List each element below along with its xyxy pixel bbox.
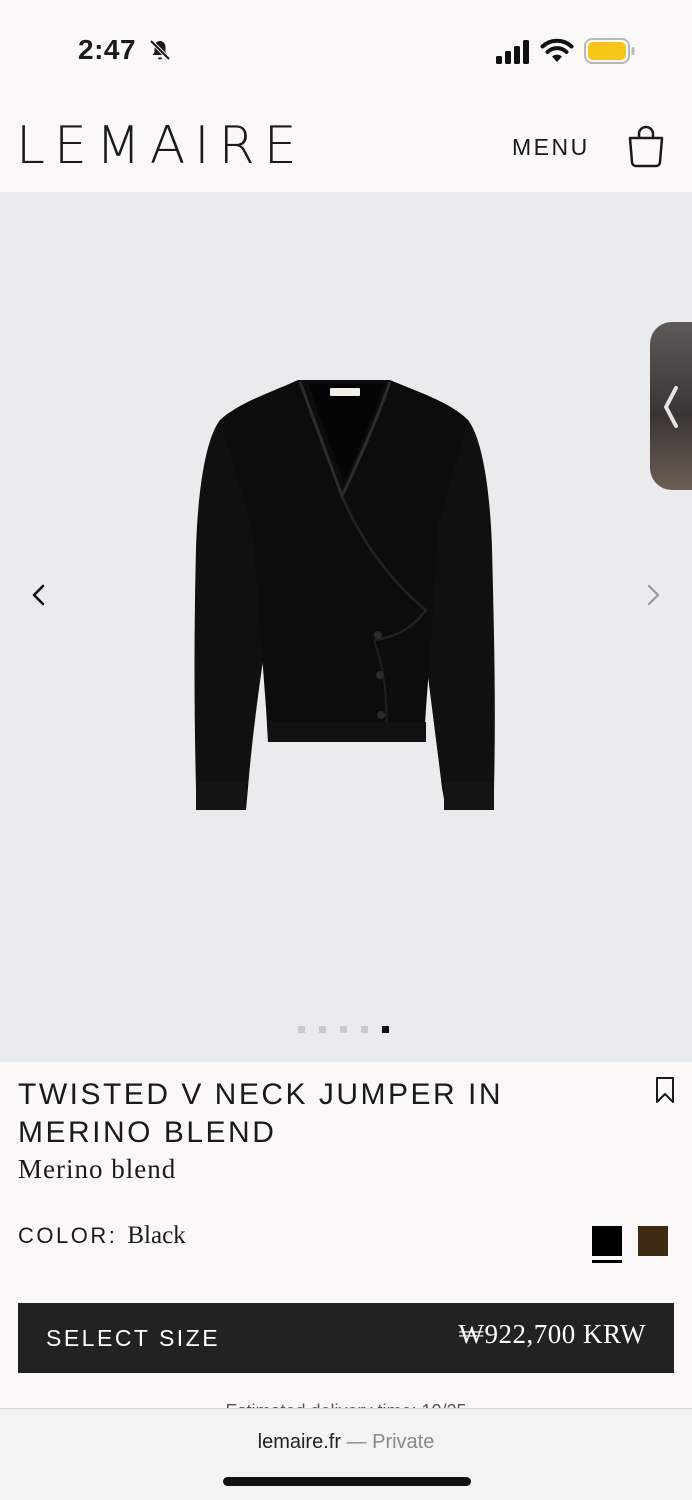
slide-indicator bbox=[298, 1026, 389, 1033]
status-bar: 2:47 bbox=[0, 0, 692, 100]
url-domain: lemaire.fr bbox=[257, 1431, 341, 1453]
side-panel-handle[interactable] bbox=[650, 322, 692, 490]
slide-dot[interactable] bbox=[340, 1026, 347, 1033]
select-size-label: SELECT SIZE bbox=[46, 1325, 221, 1351]
select-size-button[interactable]: SELECT SIZE ₩922,700 KRW bbox=[18, 1303, 674, 1373]
browser-address-bar[interactable]: lemaire.fr — Private bbox=[0, 1408, 692, 1500]
battery-icon bbox=[584, 38, 635, 64]
site-header: LEMAIRE MENU bbox=[0, 100, 692, 192]
color-label: COLOR: bbox=[18, 1223, 118, 1248]
swatch-selected-indicator bbox=[592, 1260, 622, 1263]
status-time: 2:47 bbox=[78, 34, 137, 65]
bell-slash-icon bbox=[149, 39, 171, 61]
product-subtitle: Merino blend bbox=[18, 1154, 177, 1184]
menu-button[interactable]: MENU bbox=[512, 134, 590, 161]
url-display[interactable]: lemaire.fr — Private bbox=[0, 1431, 692, 1454]
product-image[interactable] bbox=[188, 378, 500, 818]
brand-logo[interactable]: LEMAIRE bbox=[16, 114, 306, 178]
product-title: TWISTED V NECK JUMPER IN MERINO BLEND bbox=[18, 1078, 504, 1149]
chevron-left-icon[interactable] bbox=[24, 580, 54, 610]
slide-dot[interactable] bbox=[319, 1026, 326, 1033]
swatch-brown[interactable] bbox=[638, 1226, 668, 1256]
swatch-black[interactable] bbox=[592, 1226, 622, 1256]
chevron-right-icon[interactable] bbox=[638, 580, 668, 610]
slide-dot-active[interactable] bbox=[382, 1026, 389, 1033]
slide-dot[interactable] bbox=[361, 1026, 368, 1033]
color-row: COLOR: Black bbox=[18, 1222, 186, 1258]
product-price: ₩922,700 KRW bbox=[458, 1319, 646, 1349]
product-gallery[interactable] bbox=[0, 192, 692, 1062]
color-value: Black bbox=[127, 1222, 186, 1249]
chevron-left-icon bbox=[664, 386, 678, 428]
shopping-bag-icon[interactable] bbox=[626, 124, 666, 168]
bookmark-icon[interactable] bbox=[654, 1076, 676, 1104]
signal-icon bbox=[496, 40, 529, 64]
wifi-icon bbox=[540, 38, 574, 62]
home-indicator[interactable] bbox=[223, 1477, 471, 1486]
private-mode-label: — Private bbox=[346, 1431, 435, 1453]
slide-dot[interactable] bbox=[298, 1026, 305, 1033]
